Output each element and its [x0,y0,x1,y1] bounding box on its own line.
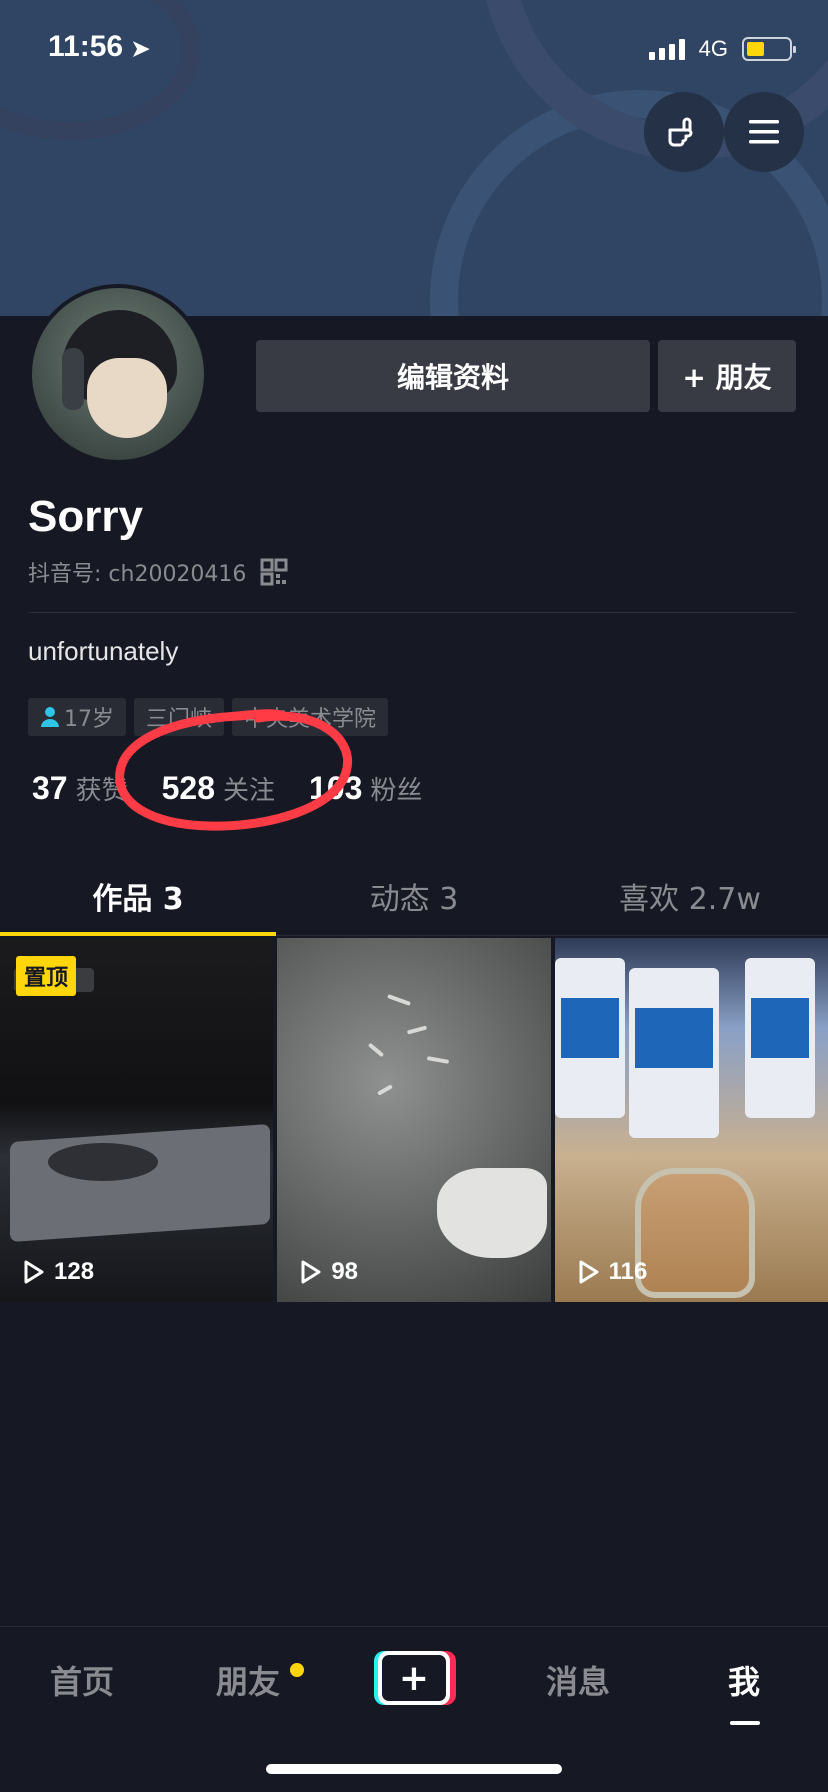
qr-code-icon[interactable] [260,558,288,586]
nav-me[interactable]: 我 [728,1657,760,1703]
video-grid: 置顶 128 98 116 [0,938,828,1302]
school-tag: 中央美术学院 [232,698,389,736]
play-icon [301,1260,321,1284]
divider [28,612,796,613]
followers-label: 粉丝 [370,776,423,806]
tab-likes[interactable]: 喜欢 2.7w [552,856,828,935]
tab-activity[interactable]: 动态 3 [276,856,552,935]
video-thumbnail[interactable]: 98 [277,938,551,1302]
play-count: 116 [575,1258,648,1286]
home-indicator [266,1764,562,1774]
edit-profile-button[interactable]: 编辑资料 [256,340,650,412]
video-thumbnail[interactable]: 置顶 128 [0,938,274,1302]
douyin-id: 抖音号: ch20020416 [28,562,247,587]
signal-icon [648,38,685,60]
profile-stats: 37 获赞 528 关注 103 粉丝 [32,770,456,807]
play-icon [579,1260,599,1284]
nav-home[interactable]: 首页 [50,1657,114,1703]
nav-friends[interactable]: 朋友 [216,1657,280,1703]
followers-count: 103 [309,770,363,806]
followers-stat[interactable]: 103 粉丝 [309,770,422,807]
hamburger-menu-icon [749,120,779,144]
pointing-hand-icon [668,117,693,147]
nav-messages[interactable]: 消息 [546,1657,610,1703]
status-time: 11:56 ➤ [48,30,150,64]
play-count-value: 98 [331,1258,359,1285]
person-icon [41,707,59,727]
network-type: 4G [698,36,728,61]
video-thumbnail[interactable]: 116 [554,938,828,1302]
username: Sorry [28,492,143,541]
gesture-button[interactable] [644,92,724,172]
content-tabs: 作品 3 动态 3 喜欢 2.7w [0,856,828,936]
location-tag: 三门峡 [134,698,225,736]
battery-icon [742,37,796,61]
age-tag: 17岁 [28,698,126,736]
time-text: 11:56 [48,30,124,63]
tab-works[interactable]: 作品 3 [0,856,276,936]
add-friend-button[interactable]: + 朋友 [658,340,796,412]
profile-tags: 17岁 三门峡 中央美术学院 [28,698,389,736]
likes-stat[interactable]: 37 获赞 [32,770,128,807]
play-count-value: 128 [54,1258,95,1285]
likes-label: 获赞 [75,776,128,806]
status-bar: 11:56 ➤ 4G [0,0,828,100]
avatar[interactable] [28,284,208,464]
bio: unfortunately [28,636,179,666]
douyin-id-row: 抖音号: ch20020416 [28,556,288,588]
likes-count: 37 [32,770,68,806]
plus-icon: + [382,1655,446,1701]
active-nav-indicator [730,1721,760,1725]
menu-button[interactable] [724,92,804,172]
status-indicators: 4G [648,36,796,62]
following-label: 关注 [223,776,276,806]
following-count: 528 [161,770,215,806]
following-stat[interactable]: 528 关注 [162,770,275,807]
play-count: 98 [297,1258,358,1286]
pinned-badge: 置顶 [16,956,77,996]
notification-dot [290,1663,304,1677]
create-button[interactable]: + [374,1651,456,1705]
play-count: 128 [20,1258,94,1286]
play-icon [24,1260,44,1284]
location-arrow-icon: ➤ [131,36,150,61]
play-count-value: 116 [608,1258,648,1285]
age-tag-label: 17岁 [64,707,114,732]
